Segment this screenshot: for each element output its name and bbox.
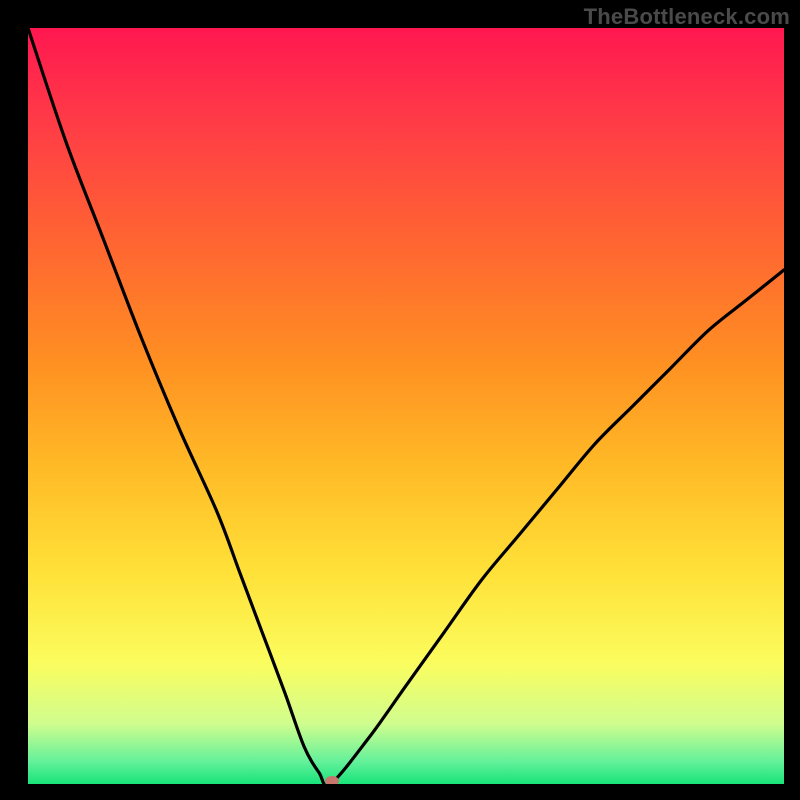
bottleneck-curve — [28, 28, 784, 784]
curve-line — [28, 28, 784, 784]
chart-frame: TheBottleneck.com — [0, 0, 800, 800]
watermark-text: TheBottleneck.com — [584, 4, 790, 30]
optimum-marker-icon — [325, 776, 339, 784]
plot-area — [28, 28, 784, 784]
